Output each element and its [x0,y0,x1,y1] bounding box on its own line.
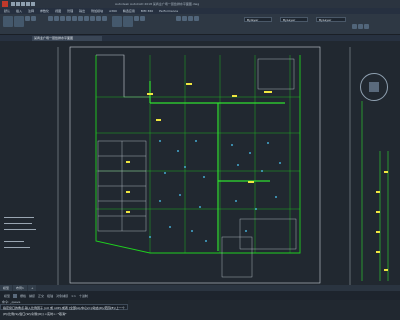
status-toggle[interactable]: 极轴 [47,294,53,298]
command-input[interactable]: 指定窗口的角点,输入比例因子 (nX 或 nXP),或者 [全部(A)/中心(C… [0,304,128,316]
quick-access-toolbar [11,2,35,6]
column-grid [96,55,300,253]
annotation-scale[interactable]: 1:1 [71,294,76,298]
arc-tool-icon[interactable] [31,16,36,21]
linetype-dropdown[interactable]: ByLayer [316,17,346,22]
status-toggle[interactable]: 模型 [4,294,10,298]
grid-icon[interactable] [13,293,18,298]
autocad-logo-icon[interactable] [2,1,8,7]
line-tool-icon[interactable] [3,16,13,27]
sprinkler-heads [149,140,281,242]
trim-icon[interactable] [60,16,65,21]
layers-panel [176,16,226,32]
measure-icon[interactable] [352,24,357,29]
view-icon[interactable] [364,24,369,29]
draw-panel [3,16,43,32]
new-icon[interactable] [11,2,15,6]
layer-off-icon[interactable] [182,16,187,21]
move-icon[interactable] [48,16,53,21]
leader-icon[interactable] [134,16,139,21]
window-title: Autodesk AutoCAD 2018 某商业广场一层给排水平面图.dwg [115,2,200,6]
table-icon[interactable] [140,16,145,21]
building-outline [95,55,301,254]
ribbon-panel: Bylayer ByLayer ByLayer [0,14,400,35]
layer-properties-icon[interactable] [176,16,181,21]
dimension-tool-icon[interactable] [123,16,133,27]
copy-icon[interactable] [66,16,71,21]
stretch-icon[interactable] [84,16,89,21]
status-toggle[interactable]: 正交 [38,294,44,298]
modify-panel [48,16,108,32]
annotation-panel [112,16,172,32]
status-bar: 模型 栅格 捕捉 正交 极轴 对象捕捉 1:1 十进制 [0,291,400,300]
save-icon[interactable] [21,2,25,6]
floor-plan-drawing [4,46,389,285]
color-dropdown[interactable]: ByLayer [280,17,308,22]
wall-line [96,54,150,98]
array-icon[interactable] [96,16,101,21]
layer-dropdown[interactable]: Bylayer [244,17,272,22]
text-tool-icon[interactable] [112,16,122,27]
clipboard-icon[interactable] [358,24,363,29]
open-icon[interactable] [16,2,20,6]
redo-icon[interactable] [31,2,35,6]
mirror-icon[interactable] [72,16,77,21]
status-toggle[interactable]: 栅格 [20,294,26,298]
title-bar: Autodesk AutoCAD 2018 某商业广场一层给排水平面图.dwg [0,0,400,8]
parking-bays [97,140,147,232]
rooms [221,58,297,278]
legend-notes [4,217,36,248]
riser-labels [376,171,388,271]
riser-diagram [361,101,389,281]
circle-tool-icon[interactable] [25,16,30,21]
layer-lock-icon[interactable] [194,16,199,21]
layer-freeze-icon[interactable] [188,16,193,21]
status-toggle[interactable]: 捕捉 [29,294,35,298]
drawing-frame [69,46,321,284]
polyline-tool-icon[interactable] [14,16,24,27]
undo-icon[interactable] [26,2,30,6]
main-pipes [149,81,285,251]
rotate-icon[interactable] [54,16,59,21]
status-toggle[interactable]: 对象捕捉 [56,294,68,298]
erase-icon[interactable] [102,16,107,21]
units-setting[interactable]: 十进制 [79,294,88,298]
viewcube-face-icon[interactable] [369,82,379,92]
drawing-canvas[interactable]: 命令: 指定对角点或 命令: _qsave 指定窗口的角点,输入比例因子 (nX… [0,41,400,316]
fillet-icon[interactable] [78,16,83,21]
scale-icon[interactable] [90,16,95,21]
viewcube-navigation[interactable] [360,73,388,101]
